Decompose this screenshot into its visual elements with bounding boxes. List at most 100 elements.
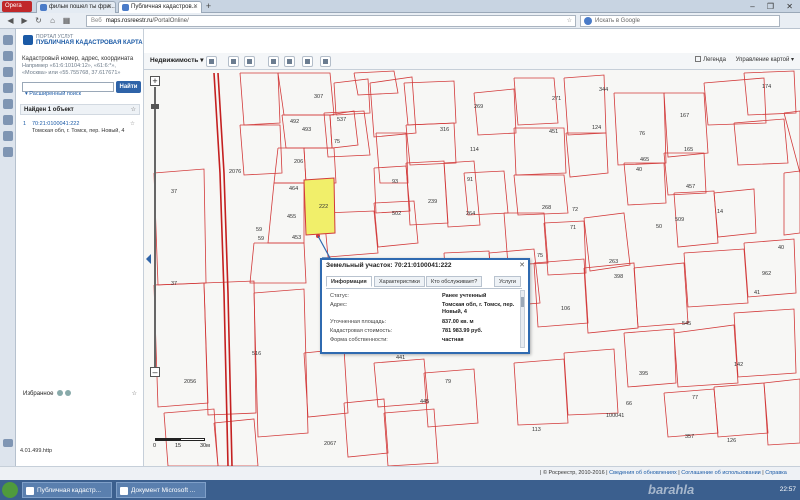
identify-tool-icon[interactable] [206,56,217,67]
legend-checkbox[interactable] [695,56,702,63]
browser-tab-label: Публичная кадастров... [131,4,197,10]
advanced-search-link[interactable]: ▾ Расширенный поиск [25,91,81,97]
parcel-number-label: 222 [319,204,328,210]
url-path: /PortalOnline/ [152,18,189,24]
settings-tool-icon[interactable] [320,56,331,67]
portal-title[interactable]: ПУБЛИЧНАЯ КАДАСТРОВАЯ КАРТА [36,40,143,46]
parcel-number-label: 465 [640,157,649,163]
opera-menu-button[interactable]: Opera [2,1,32,12]
speed-dial-icon[interactable]: ▦ [62,16,71,26]
parcel-outline [743,238,797,298]
parcel-outline [663,152,707,196]
result-index: 1 [23,121,27,127]
legend-label: Легенда [703,57,726,63]
taskbar-item[interactable]: Публичная кадастр... [22,482,112,498]
forward-icon[interactable]: ▶ [20,16,29,26]
scale-label: 15 [175,443,182,449]
parcel-number-label: 2076 [229,169,241,175]
favorite-star-icon[interactable]: ☆ [132,389,137,400]
close-tab-icon[interactable]: ✕ [193,2,198,13]
back-icon[interactable]: ◀ [6,16,15,26]
bookmarks-icon[interactable] [3,35,13,45]
copyright: | © Росреестр, 2010-2016 | [540,470,608,476]
layers-tool-icon[interactable] [284,56,295,67]
parcel-number-label: 71 [570,225,576,231]
zoom-slider[interactable]: + – [150,76,160,377]
start-button-icon[interactable] [2,482,18,498]
popup-scrollbar[interactable] [520,290,525,348]
link-tool-icon[interactable] [268,56,279,67]
google-search-field[interactable]: Искать в Google [580,15,780,27]
parcel-number-label: 206 [294,159,303,165]
parcel-number-label: 40 [636,167,642,173]
history-icon[interactable] [3,83,13,93]
url-field[interactable]: Веб maps.rosreestr.ru/PortalOnline/ ☆ [86,15,576,27]
close-icon[interactable]: ✕ [519,261,525,269]
parcel-outline [623,162,667,206]
info-key: Форма собственности: [330,337,388,343]
parcel-number-label: 124 [592,125,601,131]
parcel-number-label: 174 [762,84,771,90]
reload-icon[interactable]: ↻ [34,16,43,26]
browser-tab-active[interactable]: Публичная кадастров... ✕ [118,1,202,13]
parcel-number-label: 268 [542,205,551,211]
measure-tool-icon[interactable] [228,56,239,67]
layer-select[interactable]: Недвижимость ▾ [150,56,204,64]
info-value: Томская обл, г. Томск, пер. Новый, 4 [442,302,515,315]
zoom-track[interactable] [154,87,156,367]
zoom-handle[interactable] [151,104,159,109]
home-icon[interactable]: ⌂ [48,16,57,26]
parcel-outline [513,358,569,426]
search-icon[interactable] [3,51,13,61]
parcel-number-label: 316 [440,127,449,133]
parcel-number-label: 502 [392,211,401,217]
browser-tab[interactable]: фильм пошел ты фри... ✕ [36,1,116,13]
legend-toggle[interactable]: Легенда [695,56,726,63]
parcel-number-label: 453 [292,235,301,241]
favorites-settings-icon[interactable] [57,390,64,397]
favorite-star-icon[interactable]: ☆ [131,105,136,115]
parcel-outline [369,76,417,138]
tab-services[interactable]: Услуги [494,276,521,287]
panels-icon[interactable] [3,131,13,141]
print-icon[interactable] [302,56,313,67]
widgets-icon[interactable] [3,147,13,157]
taskbar-item-label: Публичная кадастр... [37,487,102,494]
result-cadastral-number-link[interactable]: 70:21:0100041:222 [32,121,79,128]
search-hint-example: «Москва» или «55.755768, 37.617671» [22,70,121,76]
parcel-number-label: 50 [656,224,662,230]
new-tab-button[interactable]: + [203,1,214,12]
notes-icon[interactable] [3,115,13,125]
taskbar-item[interactable]: Документ Microsoft ... [116,482,206,498]
add-panel-icon[interactable] [3,439,13,447]
parcel-number-label: 516 [252,351,261,357]
favorites-bar[interactable]: Избранное ☆ [20,389,140,400]
favorites-edit-icon[interactable] [65,390,72,397]
collapse-sidebar-arrow-icon[interactable] [146,254,151,264]
bookmark-star-icon[interactable]: ☆ [567,16,572,26]
parcel-number-label: 126 [727,438,736,444]
parcel-number-label: 545 [682,321,691,327]
tab-information[interactable]: Информация [326,276,372,287]
tab-characteristics[interactable]: Характеристики [374,276,425,287]
footer-link-updates[interactable]: Сведения об обновлениях [609,470,677,476]
zoom-out-button[interactable]: – [150,367,160,377]
window-controls[interactable]: – ❐ ✕ [750,1,798,12]
add-favorite-star-icon[interactable]: ☆ [130,121,135,128]
footer-link-help[interactable]: Справка [765,470,787,476]
tab-who-serves[interactable]: Кто обслуживает? [426,276,483,287]
parcel-outline [277,72,335,116]
system-clock[interactable]: 22:57 [780,482,796,498]
footer-link-agreement[interactable]: Соглашение об использовании [681,470,761,476]
mail-icon[interactable] [3,67,13,77]
parcel-outline [583,262,639,334]
parcel-number-label: 100041 [606,413,624,419]
find-button[interactable]: Найти [116,81,141,93]
zoom-in-button[interactable]: + [150,76,160,86]
area-tool-icon[interactable] [244,56,255,67]
map-control-dropdown[interactable]: Управление картой ▾ [736,57,794,63]
parcel-number-label: 93 [392,179,398,185]
parcel-number-label: 79 [445,379,451,385]
downloads-icon[interactable] [3,99,13,109]
close-tab-icon[interactable]: ✕ [107,2,112,13]
